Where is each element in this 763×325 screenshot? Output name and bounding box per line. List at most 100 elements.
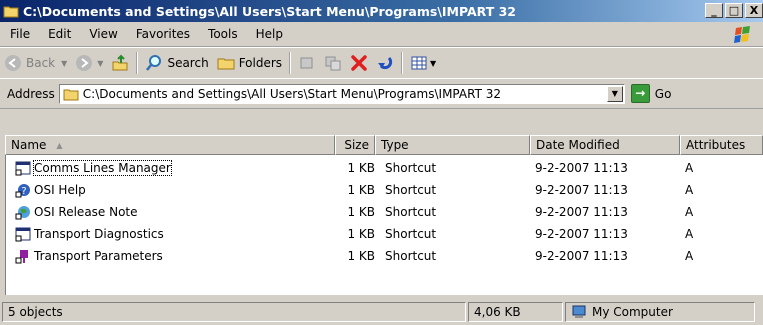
column-headers: Name ▲ Size Type Date Modified Attributes	[5, 135, 763, 155]
status-bar: 5 objects 4,06 KB My Computer	[0, 298, 763, 325]
file-size: 1 KB	[347, 249, 375, 263]
toolbar-separator	[136, 52, 139, 74]
column-type[interactable]: Type	[375, 135, 530, 155]
list-item[interactable]: ? OSI Help 1 KB Shortcut 9-2-2007 11:13 A	[5, 179, 763, 201]
delete-x-icon	[351, 55, 367, 71]
status-location: My Computer	[565, 301, 755, 322]
copy-to-icon	[325, 56, 341, 71]
minimize-button[interactable]: _	[705, 3, 723, 18]
go-arrow-icon: →	[630, 84, 650, 103]
back-arrow-icon	[5, 55, 21, 71]
views-button[interactable]: ▼	[406, 50, 440, 76]
file-date: 9-2-2007 11:13	[535, 205, 628, 219]
list-item[interactable]: Transport Diagnostics 1 KB Shortcut 9-2-…	[5, 223, 763, 245]
title-bar[interactable]: C:\Documents and Settings\All Users\Star…	[0, 0, 763, 22]
file-name: Transport Diagnostics	[34, 227, 164, 241]
status-objects: 5 objects	[2, 301, 466, 322]
menu-favorites[interactable]: Favorites	[127, 27, 199, 41]
file-type: Shortcut	[385, 161, 437, 175]
forward-button[interactable]: ▼	[71, 50, 107, 76]
file-attributes: A	[685, 227, 694, 241]
back-button[interactable]: Back ▼	[0, 50, 71, 76]
column-type-label: Type	[381, 138, 409, 152]
menu-view[interactable]: View	[80, 27, 126, 41]
file-rows: Comms Lines Manager 1 KB Shortcut 9-2-20…	[5, 157, 763, 267]
file-attributes: A	[685, 161, 694, 175]
address-bar: Address C:\Documents and Settings\All Us…	[0, 78, 763, 109]
move-to-button[interactable]	[294, 50, 320, 76]
file-date: 9-2-2007 11:13	[535, 161, 628, 175]
move-to-icon	[300, 57, 313, 69]
file-type: Shortcut	[385, 183, 437, 197]
copy-to-button[interactable]	[320, 50, 346, 76]
column-date-label: Date Modified	[536, 138, 620, 152]
delete-button[interactable]	[346, 50, 372, 76]
list-item[interactable]: Comms Lines Manager 1 KB Shortcut 9-2-20…	[5, 157, 763, 179]
search-icon	[146, 55, 162, 71]
list-item[interactable]: OSI Release Note 1 KB Shortcut 9-2-2007 …	[5, 201, 763, 223]
column-attributes[interactable]: Attributes	[680, 135, 763, 155]
folders-button[interactable]: Folders	[213, 50, 286, 76]
folder-icon	[3, 6, 19, 18]
list-item[interactable]: Transport Parameters 1 KB Shortcut 9-2-2…	[5, 245, 763, 267]
windows-logo-icon	[734, 26, 750, 43]
close-button[interactable]: X	[745, 3, 763, 18]
address-dropdown-button[interactable]: ▼	[606, 85, 623, 102]
search-button[interactable]: Search	[141, 50, 212, 76]
file-attributes: A	[685, 183, 694, 197]
column-date[interactable]: Date Modified	[530, 135, 680, 155]
menu-tools[interactable]: Tools	[199, 27, 247, 41]
up-button[interactable]	[107, 50, 133, 76]
undo-icon	[378, 56, 393, 70]
column-size[interactable]: Size	[335, 135, 375, 155]
file-size: 1 KB	[347, 161, 375, 175]
help-shortcut-icon: ?	[15, 184, 30, 198]
standard-toolbar: Back ▼ ▼ Search Folders ▼	[0, 47, 763, 79]
sort-ascending-icon: ▲	[56, 140, 63, 150]
chevron-down-icon: ▼	[97, 58, 104, 68]
chevron-down-icon: ▼	[61, 58, 68, 68]
menu-help[interactable]: Help	[247, 27, 292, 41]
up-folder-icon	[112, 54, 128, 71]
file-size: 1 KB	[347, 205, 375, 219]
plug-shortcut-icon	[15, 250, 28, 264]
forward-arrow-icon	[76, 55, 93, 71]
file-name: OSI Help	[34, 183, 86, 197]
undo-button[interactable]	[372, 50, 398, 76]
svg-text:?: ?	[21, 186, 26, 197]
toolbar-separator	[401, 52, 404, 74]
file-type: Shortcut	[385, 249, 437, 263]
file-type: Shortcut	[385, 205, 437, 219]
address-label: Address	[7, 86, 55, 101]
file-type: Shortcut	[385, 227, 437, 241]
go-button[interactable]: → Go	[630, 84, 672, 103]
column-name-label: Name	[11, 138, 47, 152]
file-size: 1 KB	[347, 183, 375, 197]
column-name[interactable]: Name ▲	[5, 135, 335, 155]
status-size: 4,06 KB	[468, 301, 563, 322]
column-attributes-label: Attributes	[686, 138, 746, 152]
menu-bar: File Edit View Favorites Tools Help	[0, 22, 763, 47]
back-label: Back	[26, 56, 56, 70]
file-date: 9-2-2007 11:13	[535, 183, 628, 197]
folder-icon	[63, 89, 79, 100]
file-size: 1 KB	[347, 227, 375, 241]
globe-shortcut-icon	[15, 206, 30, 220]
status-location-label: My Computer	[592, 304, 673, 319]
chevron-down-icon: ▼	[430, 58, 437, 68]
window-title: C:\Documents and Settings\All Users\Star…	[23, 3, 517, 19]
folders-label: Folders	[238, 56, 283, 70]
file-name: Comms Lines Manager	[33, 160, 172, 176]
file-attributes: A	[685, 249, 694, 263]
menu-file[interactable]: File	[0, 27, 39, 41]
maximize-button[interactable]: □	[725, 3, 743, 18]
toolbar-separator	[289, 52, 292, 74]
console-shortcut-icon	[15, 227, 31, 242]
file-attributes: A	[685, 205, 694, 219]
address-value: C:\Documents and Settings\All Users\Star…	[82, 86, 501, 101]
address-field[interactable]: C:\Documents and Settings\All Users\Star…	[58, 83, 625, 104]
go-label: Go	[654, 86, 672, 101]
file-name: OSI Release Note	[34, 205, 138, 219]
menu-edit[interactable]: Edit	[39, 27, 80, 41]
search-label: Search	[167, 56, 209, 70]
